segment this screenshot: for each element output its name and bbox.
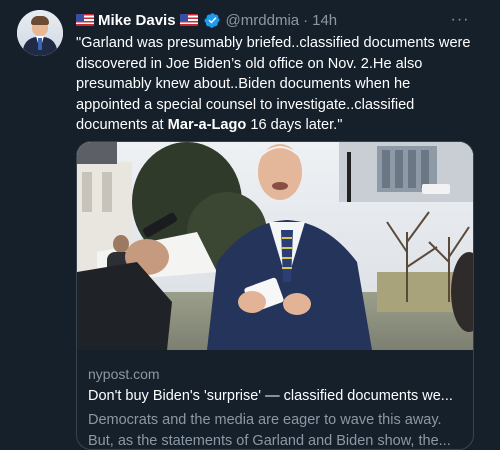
separator-dot: · [303, 11, 309, 29]
tweet-header: Mike Davis @mrddmia · 14h [76, 10, 471, 30]
link-title[interactable]: Don't buy Biden's 'surprise' — classifie… [88, 388, 468, 404]
more-options-icon[interactable]: ··· [450, 10, 470, 30]
link-card[interactable]: nypost.com Don't buy Biden's 'surprise' … [76, 141, 474, 450]
us-flag-icon [179, 14, 198, 26]
us-flag-icon [76, 14, 94, 26]
tweet-text-part: 16 days later." [246, 117, 343, 133]
tweet-text-bold: Mar-a-Lago [167, 117, 247, 133]
article-photo[interactable] [77, 142, 473, 350]
link-description-line: But, as the statements of Garland and Bi… [88, 433, 451, 449]
tweet[interactable]: Mike Davis @mrddmia · 14h ··· "Garland w… [0, 0, 500, 450]
author-name[interactable]: Mike Davis [98, 12, 176, 29]
link-domain: nypost.com [88, 366, 160, 382]
link-description: Democrats and the media are eager to wav… [88, 410, 468, 449]
timestamp[interactable]: 14h [312, 12, 337, 29]
link-description-line: Democrats and the media are eager to wav… [88, 412, 442, 428]
avatar[interactable] [17, 10, 63, 56]
article-photo-illustration [77, 142, 473, 350]
tweet-text: "Garland was presumably briefed..classif… [76, 33, 471, 136]
author-handle[interactable]: @mrddmia [226, 12, 300, 29]
verified-badge-icon [204, 12, 220, 28]
